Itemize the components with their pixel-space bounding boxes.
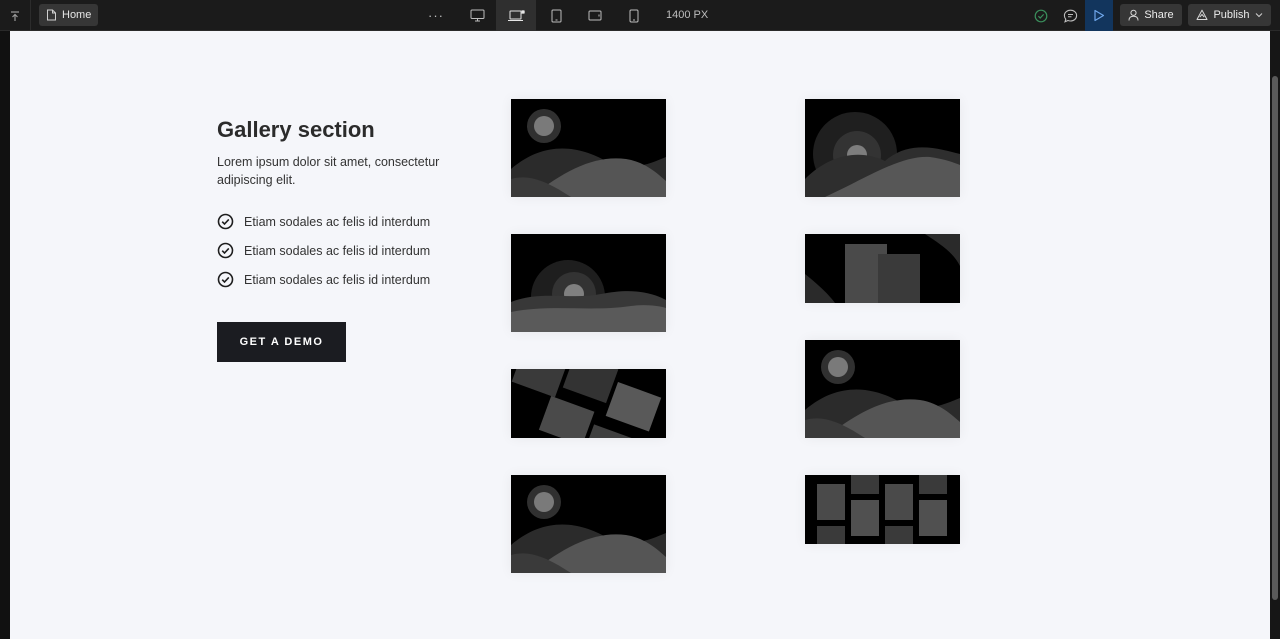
feature-text: Etiam sodales ac felis id interdum: [244, 272, 431, 287]
landscape-moon-image: [805, 340, 960, 438]
chevron-down-icon: [1255, 13, 1262, 18]
collapse-toolbar-button[interactable]: [0, 0, 31, 31]
check-circle-icon: [217, 271, 234, 288]
design-canvas[interactable]: Gallery section Lorem ipsum dolor sit am…: [10, 31, 1270, 639]
gallery-image[interactable]: [511, 99, 666, 197]
publish-button[interactable]: Publish: [1188, 4, 1271, 26]
gallery-image[interactable]: [805, 99, 960, 197]
publish-status-button[interactable]: [1031, 0, 1051, 31]
gallery-image[interactable]: [805, 340, 960, 438]
breakpoint-tablet-landscape-button[interactable]: [575, 0, 615, 31]
feature-item[interactable]: Etiam sodales ac felis id interdum: [217, 242, 430, 259]
check-circle-icon: [217, 242, 234, 259]
breakpoint-mobile-button[interactable]: [614, 0, 654, 31]
landscape-moon-image: [511, 475, 666, 573]
page-name: Home: [62, 9, 92, 21]
breakpoint-desktop-button[interactable]: [457, 0, 497, 31]
preview-button[interactable]: [1085, 0, 1113, 31]
gallery-description[interactable]: Lorem ipsum dolor sit amet, consectetur …: [217, 153, 457, 189]
breakpoint-laptop-button[interactable]: [496, 0, 536, 31]
canvas-scrollbar-thumb[interactable]: [1272, 76, 1278, 600]
gallery-image[interactable]: [511, 369, 666, 438]
comment-icon: [1063, 9, 1077, 23]
laptop-custom-icon: [507, 10, 525, 21]
page-icon: [47, 9, 56, 21]
publish-label: Publish: [1213, 9, 1250, 21]
feature-item[interactable]: Etiam sodales ac felis id interdum: [217, 213, 430, 230]
user-icon: [1128, 9, 1139, 21]
sunset-image: [511, 234, 666, 332]
page-selector[interactable]: Home: [39, 4, 99, 26]
tablet-icon: [551, 9, 561, 22]
feature-text: Etiam sodales ac felis id interdum: [244, 243, 431, 258]
gallery-image[interactable]: [511, 475, 666, 573]
gallery-title[interactable]: Gallery section: [217, 117, 375, 143]
play-icon: [1094, 9, 1105, 22]
gallery-image[interactable]: [511, 234, 666, 332]
breakpoint-tablet-button[interactable]: [536, 0, 576, 31]
share-label: Share: [1144, 9, 1174, 21]
breakpoint-width-label[interactable]: 1400 PX: [666, 9, 708, 21]
collapse-up-icon: [11, 10, 19, 21]
feature-text: Etiam sodales ac felis id interdum: [244, 214, 431, 229]
publish-icon: [1196, 9, 1208, 20]
more-options-button[interactable]: ···: [424, 0, 448, 31]
gallery-image[interactable]: [805, 234, 960, 303]
tablet-landscape-icon: [588, 10, 602, 21]
check-circle-icon: [217, 213, 234, 230]
tilted-cards-image: [511, 369, 666, 438]
mobile-icon: [629, 9, 639, 22]
share-button[interactable]: Share: [1120, 4, 1182, 26]
feature-item[interactable]: Etiam sodales ac felis id interdum: [217, 271, 430, 288]
tiles-grid-image: [805, 475, 960, 544]
sunset-hills-image: [805, 99, 960, 197]
gallery-image[interactable]: [805, 475, 960, 544]
editor-toolbar: Home ··· 1400 PX Share Publish: [0, 0, 1280, 31]
landscape-moon-image: [511, 99, 666, 197]
check-circle-icon: [1034, 9, 1048, 22]
get-demo-button[interactable]: GET A DEMO: [217, 322, 346, 362]
buildings-image: [805, 234, 960, 303]
comments-button[interactable]: [1059, 0, 1081, 31]
desktop-icon: [470, 9, 484, 22]
